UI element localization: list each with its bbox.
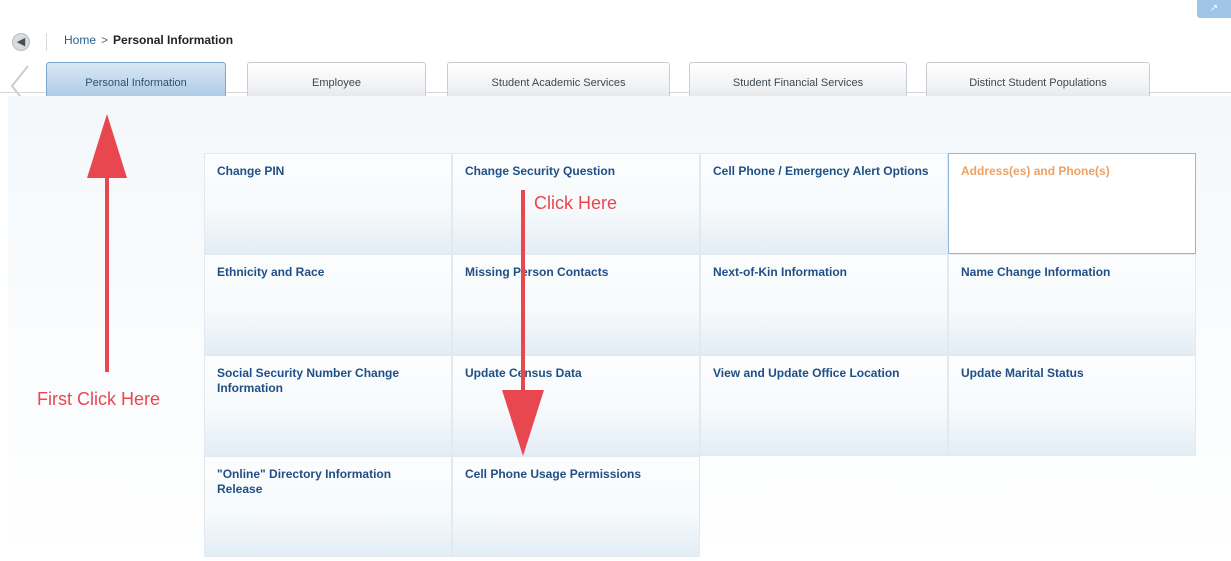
tile-cell-phone-usage-permissions[interactable]: Cell Phone Usage Permissions bbox=[452, 456, 700, 557]
tile-label: Change Security Question bbox=[465, 164, 616, 178]
tile-label: Cell Phone / Emergency Alert Options bbox=[713, 164, 929, 178]
tile-online-directory-release[interactable]: "Online" Directory Information Release bbox=[204, 456, 452, 557]
tile-addresses-and-phones[interactable]: Address(es) and Phone(s) bbox=[948, 153, 1196, 254]
tile-label: View and Update Office Location bbox=[713, 366, 900, 380]
breadcrumb-separator: > bbox=[101, 33, 109, 47]
tile-label: Social Security Number Change Informatio… bbox=[217, 366, 400, 395]
tile-next-of-kin[interactable]: Next-of-Kin Information bbox=[700, 254, 948, 355]
tile-update-census-data[interactable]: Update Census Data bbox=[452, 355, 700, 456]
breadcrumb: Home > Personal Information bbox=[64, 33, 233, 47]
tile-ethnicity-and-race[interactable]: Ethnicity and Race bbox=[204, 254, 452, 355]
breadcrumb-home-link[interactable]: Home bbox=[64, 33, 96, 47]
tile-change-pin[interactable]: Change PIN bbox=[204, 153, 452, 254]
annotation-first-click-text: First Click Here bbox=[37, 389, 161, 409]
tab-label: Student Financial Services bbox=[732, 77, 864, 89]
tile-label: "Online" Directory Information Release bbox=[217, 467, 392, 496]
tile-label: Missing Person Contacts bbox=[465, 265, 609, 279]
tile-cell-phone-emergency-alert[interactable]: Cell Phone / Emergency Alert Options bbox=[700, 153, 948, 254]
tile-missing-person-contacts[interactable]: Missing Person Contacts bbox=[452, 254, 700, 355]
tile-name-change[interactable]: Name Change Information bbox=[948, 254, 1196, 355]
tab-label: Employee bbox=[312, 77, 361, 89]
tile-label: Ethnicity and Race bbox=[217, 265, 325, 279]
corner-expand-icon[interactable]: ↗ bbox=[1197, 0, 1231, 18]
tab-label: Distinct Student Populations bbox=[969, 77, 1107, 89]
tile-label: Change PIN bbox=[217, 164, 285, 178]
header-divider bbox=[46, 33, 47, 51]
tile-label: Update Census Data bbox=[465, 366, 582, 380]
tab-label: Personal Information bbox=[85, 77, 187, 89]
tile-update-marital-status[interactable]: Update Marital Status bbox=[948, 355, 1196, 456]
tile-ssn-change[interactable]: Social Security Number Change Informatio… bbox=[204, 355, 452, 456]
tile-label: Next-of-Kin Information bbox=[713, 265, 847, 279]
tab-label: Student Academic Services bbox=[491, 77, 626, 89]
tile-label: Update Marital Status bbox=[961, 366, 1084, 380]
tile-label: Address(es) and Phone(s) bbox=[961, 164, 1110, 178]
tile-label: Cell Phone Usage Permissions bbox=[465, 467, 642, 481]
tile-label: Name Change Information bbox=[961, 265, 1111, 279]
breadcrumb-current: Personal Information bbox=[113, 33, 234, 47]
annotation-click-here-text: Click Here bbox=[534, 193, 618, 213]
tile-office-location[interactable]: View and Update Office Location bbox=[700, 355, 948, 456]
back-arrow-icon[interactable]: ◀ bbox=[12, 33, 30, 51]
